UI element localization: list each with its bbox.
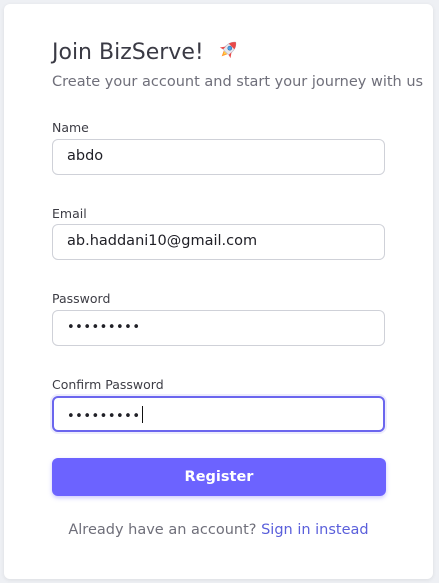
- signin-prompt-text: Already have an account?: [68, 522, 257, 538]
- confirm-password-label: Confirm Password: [52, 377, 164, 392]
- text-caret: [141, 406, 144, 423]
- password-label: Password: [52, 291, 111, 306]
- confirm-password-dots: •••••••••: [67, 409, 141, 424]
- confirm-password-field[interactable]: •••••••••: [52, 396, 385, 432]
- rocket-icon: [215, 37, 241, 63]
- email-field-value: ab.haddani10@gmail.com: [67, 233, 258, 249]
- page-subtitle: Create your account and start your journ…: [52, 74, 424, 90]
- name-field-value: abdo: [67, 148, 104, 164]
- name-field[interactable]: abdo: [52, 139, 385, 175]
- password-field[interactable]: •••••••••: [52, 310, 385, 346]
- sign-in-link[interactable]: Sign in instead: [261, 522, 369, 538]
- email-field[interactable]: ab.haddani10@gmail.com: [52, 224, 385, 260]
- name-label: Name: [52, 120, 89, 135]
- page-title-text: Join BizServe!: [52, 40, 204, 65]
- password-field-value: •••••••••: [67, 320, 141, 335]
- signin-prompt: Already have an account? Sign in instead: [4, 522, 433, 538]
- confirm-password-field-value: •••••••••: [67, 406, 144, 424]
- register-card: Join BizServe! Create your account and s…: [4, 4, 433, 579]
- register-button[interactable]: Register: [52, 458, 386, 496]
- email-label: Email: [52, 206, 87, 221]
- page-title: Join BizServe!: [52, 37, 241, 65]
